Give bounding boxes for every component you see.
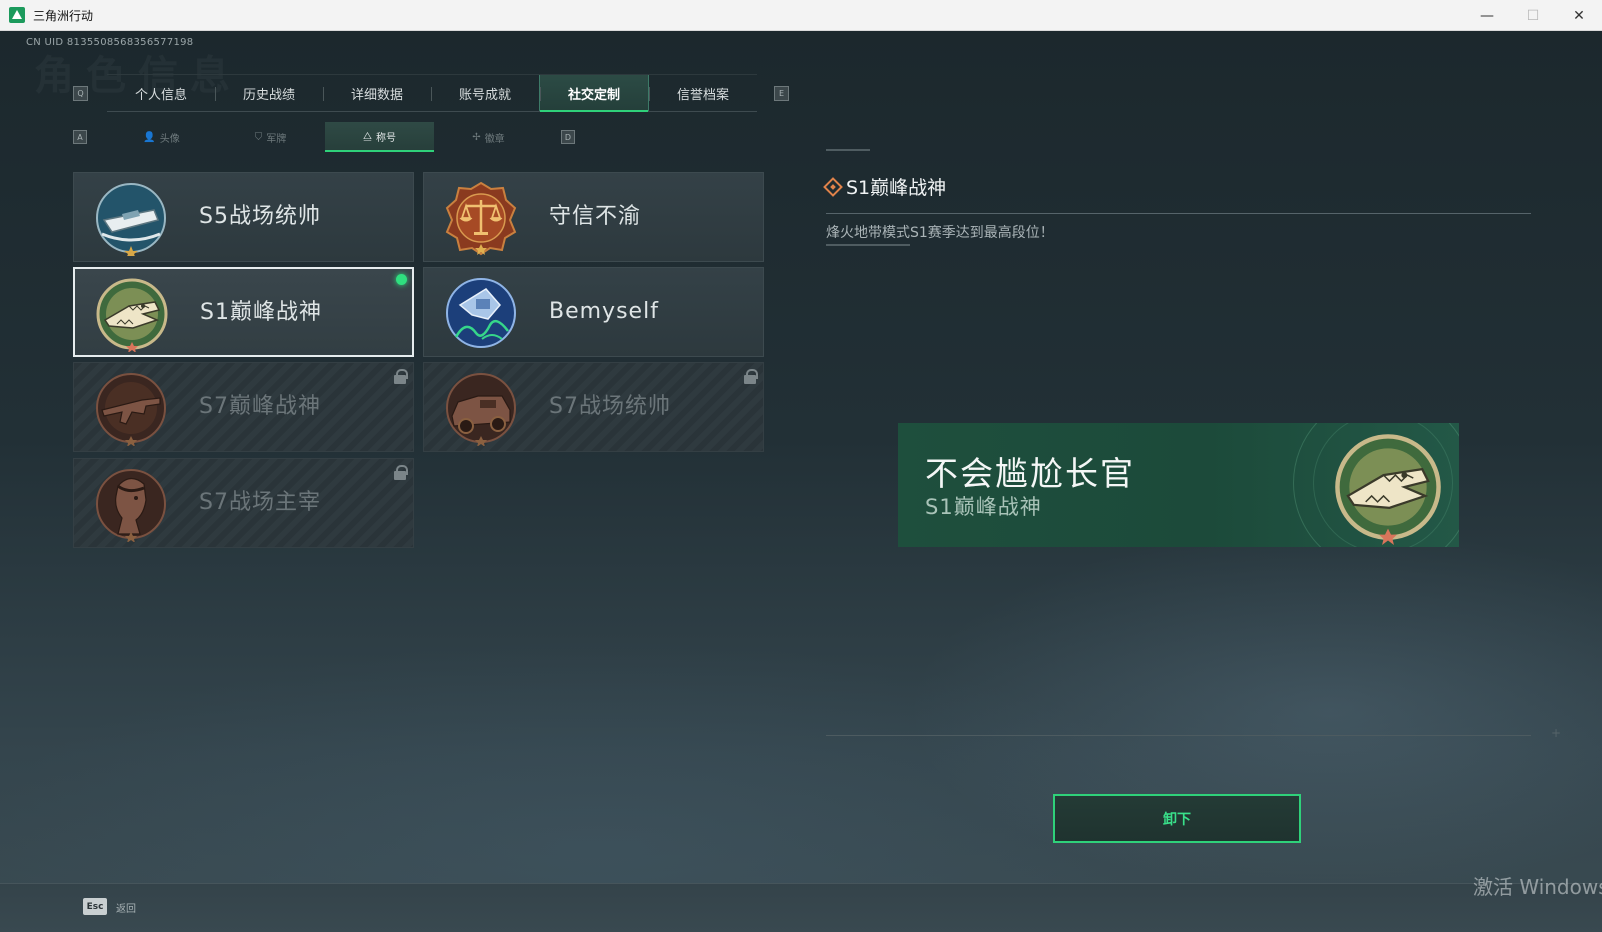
tab-personal-info[interactable]: 个人信息 [107,75,215,111]
title-card-locked[interactable]: S7巅峰战神 [73,362,414,452]
title-card-name: Bemyself [549,299,659,324]
lock-icon [394,465,408,480]
tab-detailed-data[interactable]: 详细数据 [323,75,431,111]
title-card-name: 守信不渝 [549,204,642,229]
subtab-title[interactable]: ⧋ 称号 [325,122,434,152]
subtab-title-label: 称号 [375,132,396,144]
tab-social-customize[interactable]: 社交定制 [539,75,649,112]
subtab-dogtag[interactable]: ⛉ 军牌 [216,122,325,152]
player-uid: CN UID 8135508568356577198 [26,37,194,48]
main-tabs: 个人信息 历史战绩 详细数据 账号成就 社交定制 信誉档案 [107,74,757,112]
title-card-locked[interactable]: S7战场主宰 [73,458,414,548]
equipped-indicator [396,274,407,285]
detail-header: S1巅峰战神 [823,173,947,200]
scales-badge-icon [442,180,520,256]
divider [826,735,1531,736]
tab-credit-record[interactable]: 信誉档案 [649,75,757,111]
back-label[interactable]: 返回 [116,900,136,915]
rifle-badge-icon [92,370,170,446]
title-card[interactable]: Bemyself [423,267,764,357]
crocodile-badge-icon [1330,429,1446,545]
title-card-name: S1巅峰战神 [200,300,322,325]
speedboat-badge-icon [92,180,170,256]
window-titlebar: 三角洲行动 — ☐ ✕ [0,0,1602,31]
subtab-next-key-hint[interactable]: D [561,130,575,144]
crosshair-icon: + [1551,726,1562,740]
decor-line [826,244,910,246]
minimize-button[interactable]: — [1464,0,1510,31]
maximize-button[interactable]: ☐ [1510,0,1556,31]
detail-title: S1巅峰战神 [846,177,947,199]
tab-next-key-hint[interactable]: E [774,86,789,101]
diamond-icon [823,176,843,197]
subtab-dogtag-label: 军牌 [266,133,287,145]
title-card-selected[interactable]: S1巅峰战神 [73,267,414,357]
app-icon [9,7,25,23]
decor-line [826,149,870,151]
lock-icon [744,369,758,384]
subtab-emblem[interactable]: ✢ 徽章 [434,122,543,152]
title-card-name: S7战场主宰 [199,490,321,515]
lock-icon [394,369,408,384]
crocodile-badge-icon [93,276,171,352]
title-card-name: S7巅峰战神 [199,394,321,419]
operator-badge-icon [92,466,170,542]
title-card-name: S7战场统帅 [549,394,671,419]
title-icon: ⧋ [363,130,372,142]
window-title: 三角洲行动 [33,8,94,23]
os-activation-watermark: 激活 Windows [1473,875,1602,899]
detail-description: 烽火地带模式S1赛季达到最高段位！ [826,225,1054,241]
person-icon: 👤 [143,131,156,143]
dogtag-icon: ⛉ [254,131,263,143]
signature-badge-icon [442,275,520,351]
nameplate-player-name: 不会尴尬长官 [925,454,1135,493]
vehicle-badge-icon [442,370,520,446]
title-card[interactable]: 守信不渝 [423,172,764,262]
emblem-icon: ✢ [472,131,481,143]
tab-achievements[interactable]: 账号成就 [431,75,539,111]
subtab-avatar[interactable]: 👤 头像 [107,122,216,152]
unequip-button[interactable]: 卸下 [1053,794,1301,843]
divider [826,213,1531,214]
esc-key-hint[interactable]: Esc [83,898,107,915]
window-controls: — ☐ ✕ [1464,0,1602,31]
sub-tabs: 👤 头像 ⛉ 军牌 ⧋ 称号 ✢ 徽章 [107,122,543,152]
nameplate-preview: 不会尴尬长官 S1巅峰战神 [898,423,1459,547]
subtab-prev-key-hint[interactable]: A [73,130,87,144]
bottom-bar: Esc 返回 [0,883,1602,932]
nameplate-title: S1巅峰战神 [925,495,1042,519]
title-card-name: S5战场统帅 [199,204,321,229]
subtab-emblem-label: 徽章 [484,133,505,145]
subtab-avatar-label: 头像 [159,133,180,145]
title-card[interactable]: S5战场统帅 [73,172,414,262]
tab-prev-key-hint[interactable]: Q [73,86,88,101]
game-view: 角色信息 CN UID 8135508568356577198 Q 个人信息 历… [0,31,1602,932]
close-button[interactable]: ✕ [1556,0,1602,31]
tab-match-history[interactable]: 历史战绩 [215,75,323,111]
title-card-locked[interactable]: S7战场统帅 [423,362,764,452]
